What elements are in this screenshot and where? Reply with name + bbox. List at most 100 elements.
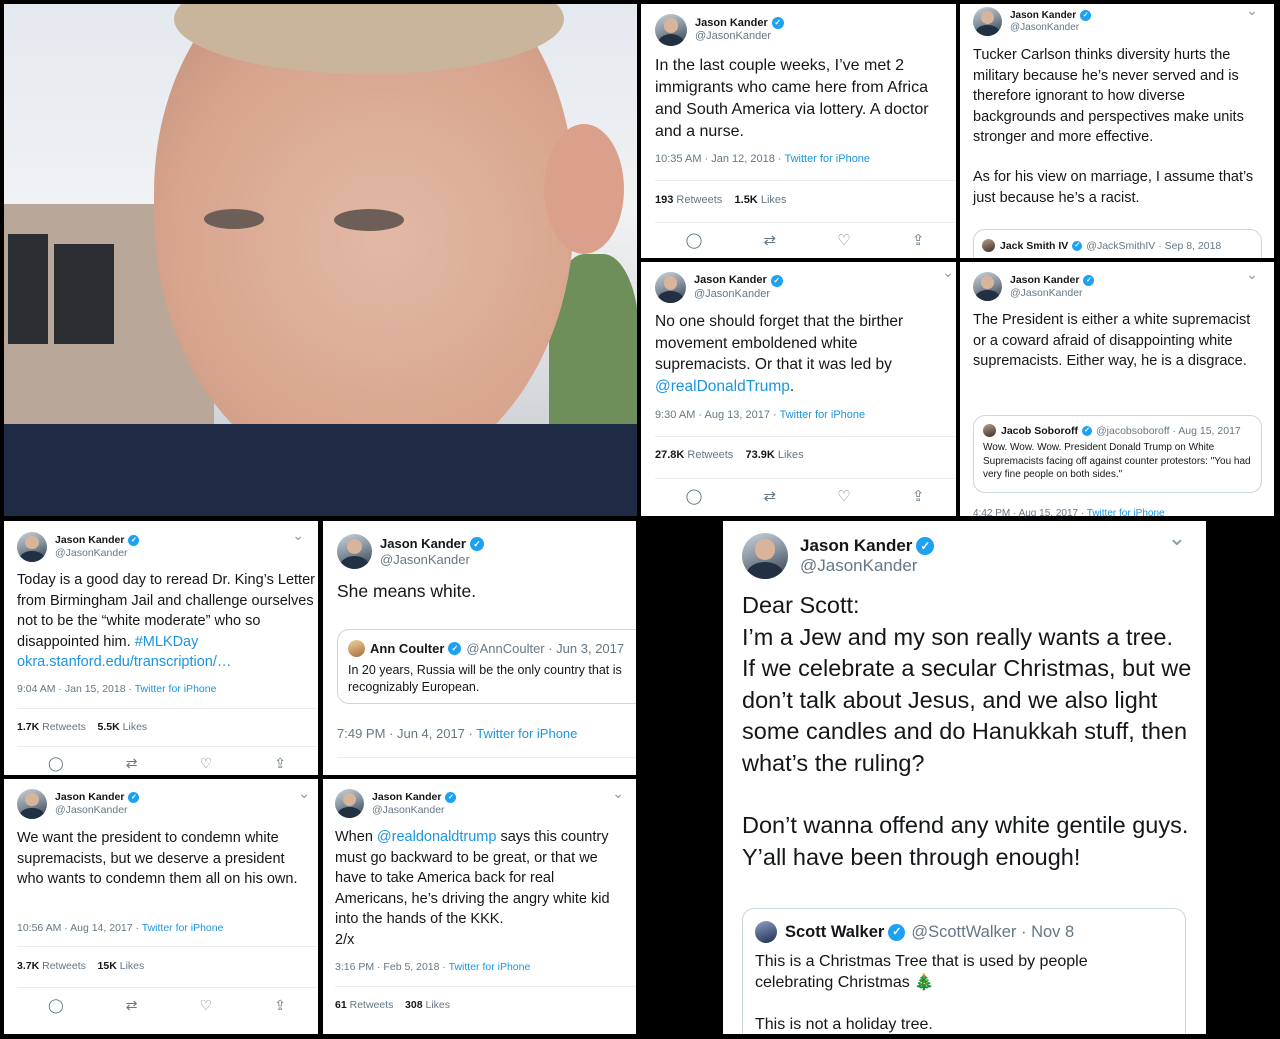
chevron-down-icon[interactable]: ⌄ xyxy=(292,527,304,544)
quoted-avatar[interactable] xyxy=(755,921,777,943)
retweet-count[interactable]: 193 xyxy=(655,194,673,206)
chevron-down-icon[interactable]: ⌄ xyxy=(1168,525,1186,551)
retweet-icon[interactable]: ⇄ xyxy=(764,487,777,505)
author-handle[interactable]: @JasonKander xyxy=(380,552,484,568)
like-count[interactable]: 5.5K xyxy=(98,721,120,733)
avatar[interactable] xyxy=(17,789,47,819)
tweet-timestamp[interactable]: 10:56 AM · Aug 14, 2017 · Twitter for iP… xyxy=(17,922,223,934)
share-icon[interactable]: ⇪ xyxy=(912,231,925,249)
chevron-down-icon[interactable]: ⌄ xyxy=(298,785,310,802)
building-window xyxy=(54,244,114,344)
tweet-actions: ◯ ⇄ ♡ ⇪ xyxy=(655,222,955,249)
author-handle[interactable]: @JasonKander xyxy=(55,547,139,560)
like-icon[interactable]: ♡ xyxy=(837,231,850,249)
share-icon[interactable]: ⇪ xyxy=(912,487,925,505)
like-count[interactable]: 308 xyxy=(405,999,423,1011)
quoted-tweet[interactable]: Ann Coulter ✓ @AnnCoulter · Jun 3, 2017 … xyxy=(337,629,636,704)
retweet-count[interactable]: 61 xyxy=(335,999,347,1011)
retweet-icon[interactable]: ⇄ xyxy=(126,997,138,1014)
chevron-down-icon[interactable]: ⌄ xyxy=(612,785,624,802)
quoted-author-name[interactable]: Jacob Soboroff xyxy=(1001,425,1078,437)
quoted-tweet[interactable]: Scott Walker ✓ @ScottWalker · Nov 8 This… xyxy=(742,908,1186,1034)
quoted-tweet[interactable]: Jacob Soboroff ✓ @jacobsoboroff · Aug 15… xyxy=(973,415,1262,493)
tweet-text: She means white. xyxy=(337,581,477,601)
share-icon[interactable]: ⇪ xyxy=(274,755,286,772)
author-name[interactable]: Jason Kander ✓ xyxy=(55,534,140,547)
retweet-count[interactable]: 3.7K xyxy=(17,960,39,972)
tweet-source-link[interactable]: Twitter for iPhone xyxy=(135,683,217,695)
verified-icon: ✓ xyxy=(448,642,462,655)
quoted-author-handle[interactable]: @JackSmithIV · Sep 8, 2018 xyxy=(1086,240,1221,252)
author-name[interactable]: Jason Kander ✓ xyxy=(372,791,457,804)
avatar[interactable] xyxy=(655,14,687,46)
avatar[interactable] xyxy=(973,272,1002,301)
tweet-source-link[interactable]: Twitter for iPhone xyxy=(780,409,866,421)
like-icon[interactable]: ♡ xyxy=(837,487,850,505)
chevron-down-icon[interactable]: ⌄ xyxy=(1246,4,1258,19)
author-name[interactable]: Jason Kander ✓ xyxy=(694,274,783,287)
avatar[interactable] xyxy=(335,789,364,818)
like-icon[interactable]: ♡ xyxy=(200,755,213,772)
avatar[interactable] xyxy=(337,534,372,569)
tweet-timestamp[interactable]: 4:42 PM · Aug 15, 2017 · Twitter for iPh… xyxy=(973,508,1165,516)
tweet-source-link[interactable]: Twitter for iPhone xyxy=(449,961,531,973)
tweet-timestamp[interactable]: 10:35 AM · Jan 12, 2018 · Twitter for iP… xyxy=(655,153,870,165)
share-icon[interactable]: ⇪ xyxy=(274,997,286,1014)
tweet-stats: 3.7K Retweets 15K Likes xyxy=(17,946,317,972)
author-handle[interactable]: @JasonKander xyxy=(55,804,139,817)
mention-link[interactable]: @realDonaldTrump xyxy=(655,378,790,395)
author-handle[interactable]: @JasonKander xyxy=(800,556,934,576)
like-count[interactable]: 1.5K xyxy=(735,194,758,206)
retweet-icon[interactable]: ⇄ xyxy=(126,755,138,772)
quoted-author-handle[interactable]: @AnnCoulter · Jun 3, 2017 xyxy=(466,641,624,656)
tweet-timestamp[interactable]: 9:04 AM · Jan 15, 2018 · Twitter for iPh… xyxy=(17,683,216,695)
tweet-source-link[interactable]: Twitter for iPhone xyxy=(476,726,577,741)
quoted-avatar[interactable] xyxy=(983,424,996,437)
author-handle[interactable]: @JasonKander xyxy=(1010,287,1094,300)
author-name[interactable]: Jason Kander ✓ xyxy=(1010,274,1095,287)
quoted-avatar[interactable] xyxy=(348,640,365,657)
avatar[interactable] xyxy=(973,7,1002,36)
tweet-stats: 27.8K Retweets 73.9K Likes xyxy=(655,436,955,461)
quoted-author-name[interactable]: Scott Walker xyxy=(785,923,884,942)
tweet-timestamp[interactable]: 9:30 AM · Aug 13, 2017 · Twitter for iPh… xyxy=(655,409,865,421)
author-name[interactable]: Jason Kander ✓ xyxy=(800,536,935,556)
reply-icon[interactable]: ◯ xyxy=(686,231,703,249)
like-icon[interactable]: ♡ xyxy=(200,997,213,1014)
tweet-timestamp[interactable]: 3:16 PM · Feb 5, 2018 · Twitter for iPho… xyxy=(335,961,530,973)
avatar[interactable] xyxy=(742,533,788,579)
quoted-author-name[interactable]: Ann Coulter xyxy=(370,641,444,656)
author-name[interactable]: Jason Kander ✓ xyxy=(380,536,484,552)
author-name[interactable]: Jason Kander ✓ xyxy=(1010,10,1092,22)
retweet-count[interactable]: 27.8K xyxy=(655,449,684,461)
tweet-source-link[interactable]: Twitter for iPhone xyxy=(142,922,224,934)
author-name[interactable]: Jason Kander ✓ xyxy=(695,17,784,30)
chevron-down-icon[interactable]: ⌄ xyxy=(942,264,954,281)
author-handle[interactable]: @JasonKander xyxy=(1010,22,1091,34)
retweet-icon[interactable]: ⇄ xyxy=(764,231,777,249)
avatar[interactable] xyxy=(17,532,47,562)
avatar[interactable] xyxy=(655,272,686,303)
url-link[interactable]: okra.stanford.edu/transcription/… xyxy=(17,654,231,670)
tweet-source-link[interactable]: Twitter for iPhone xyxy=(784,153,870,165)
tweet-timestamp[interactable]: 7:49 PM · Jun 4, 2017 · Twitter for iPho… xyxy=(337,726,577,741)
reply-icon[interactable]: ◯ xyxy=(686,487,703,505)
reply-icon[interactable]: ◯ xyxy=(48,755,64,772)
quoted-author-handle[interactable]: @jacobsoboroff · Aug 15, 2017 xyxy=(1096,425,1241,437)
quoted-tweet[interactable]: Jack Smith IV ✓ @JackSmithIV · Sep 8, 20… xyxy=(973,229,1262,258)
like-count[interactable]: 73.9K xyxy=(746,449,775,461)
tweet-source-link[interactable]: Twitter for iPhone xyxy=(1087,508,1165,516)
quoted-avatar[interactable] xyxy=(982,239,995,252)
chevron-down-icon[interactable]: ⌄ xyxy=(1246,266,1258,283)
retweet-count[interactable]: 1.7K xyxy=(17,721,39,733)
author-handle[interactable]: @JasonKander xyxy=(695,30,784,43)
author-name[interactable]: Jason Kander ✓ xyxy=(55,791,140,804)
quoted-author-name[interactable]: Jack Smith IV xyxy=(1000,240,1068,252)
quoted-author-handle[interactable]: @ScottWalker · Nov 8 xyxy=(911,923,1074,942)
mention-link[interactable]: @realdonaldtrump xyxy=(377,829,497,845)
like-count[interactable]: 15K xyxy=(98,960,117,972)
hashtag-link[interactable]: #MLKDay xyxy=(135,634,199,650)
author-handle[interactable]: @JasonKander xyxy=(372,804,456,817)
reply-icon[interactable]: ◯ xyxy=(48,997,64,1014)
author-handle[interactable]: @JasonKander xyxy=(694,288,783,301)
